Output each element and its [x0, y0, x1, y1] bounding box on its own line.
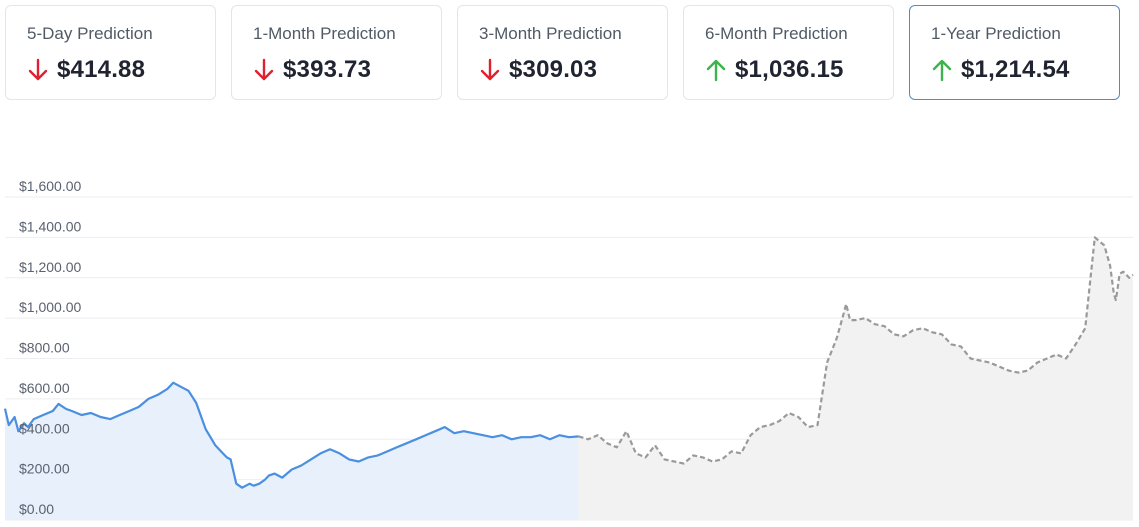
card-value-row: $1,214.54: [931, 55, 1119, 85]
y-tick-label: $1,400.00: [19, 218, 81, 234]
y-tick-label: $600.00: [19, 380, 70, 396]
price-prediction-chart: $0.00 $200.00 $400.00 $600.00 $800.00 $1,000.…: [3, 178, 1134, 521]
card-value: $1,036.15: [735, 56, 844, 83]
prediction-card-6-month[interactable]: 6-Month Prediction $1,036.15: [683, 5, 894, 100]
y-tick-label: $0.00: [19, 501, 54, 517]
card-value: $414.88: [57, 56, 146, 83]
card-title: 5-Day Prediction: [27, 24, 153, 43]
historical-area: [5, 382, 579, 520]
y-tick-label: $200.00: [19, 461, 70, 477]
card-title: 6-Month Prediction: [705, 24, 848, 43]
card-value-row: $393.73: [253, 55, 441, 85]
prediction-card-1-year[interactable]: 1-Year Prediction $1,214.54: [909, 5, 1120, 100]
card-value-row: $414.88: [27, 55, 215, 85]
y-tick-label: $1,000.00: [19, 299, 81, 315]
arrow-down-icon: [254, 58, 274, 81]
y-tick-label: $1,200.00: [19, 259, 81, 275]
arrow-up-icon: [706, 59, 726, 82]
y-tick-label: $800.00: [19, 340, 70, 356]
card-title: 1-Year Prediction: [931, 24, 1061, 43]
card-value: $1,214.54: [961, 56, 1070, 83]
arrow-down-icon: [480, 58, 500, 81]
y-tick-label: $400.00: [19, 420, 70, 436]
card-value-row: $309.03: [479, 55, 667, 85]
forecast-area: [578, 237, 1133, 520]
prediction-card-1-month[interactable]: 1-Month Prediction $393.73: [231, 5, 442, 100]
card-value: $393.73: [283, 56, 372, 83]
arrow-up-icon: [932, 59, 952, 82]
prediction-cards: 5-Day Prediction $414.88 1-Month Predict…: [5, 5, 1120, 100]
prediction-card-5-day[interactable]: 5-Day Prediction $414.88: [5, 5, 216, 100]
y-tick-label: $1,600.00: [19, 178, 81, 194]
prediction-card-3-month[interactable]: 3-Month Prediction $309.03: [457, 5, 668, 100]
card-title: 3-Month Prediction: [479, 24, 622, 43]
arrow-down-icon: [28, 58, 48, 81]
card-title: 1-Month Prediction: [253, 24, 396, 43]
card-value-row: $1,036.15: [705, 55, 893, 85]
card-value: $309.03: [509, 56, 598, 83]
